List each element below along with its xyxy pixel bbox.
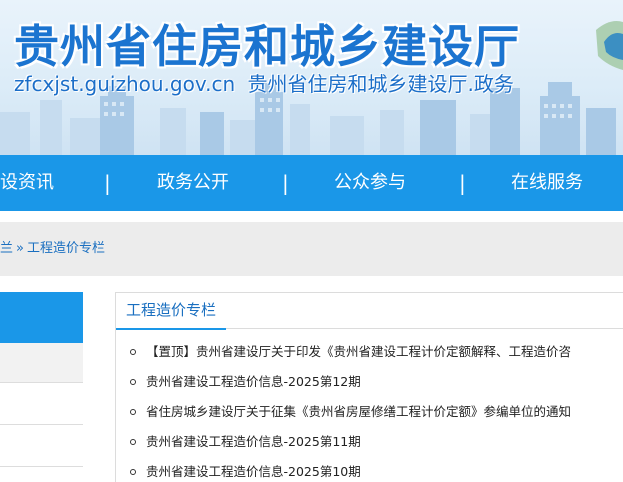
news-list: 【置顶】贵州省建设厅关于印发《贵州省建设工程计价定额解释、工程造价咨 贵州省建设… xyxy=(116,337,623,482)
nav-separator: | xyxy=(104,171,111,195)
list-item-title[interactable]: 贵州省建设工程造价信息-2025第10期 xyxy=(146,464,361,479)
sidebar-divider xyxy=(0,466,83,467)
sidebar-active-item[interactable] xyxy=(0,292,83,343)
circle-bullet-icon xyxy=(130,439,136,445)
list-item[interactable]: 贵州省建设工程造价信息-2025第12期 xyxy=(116,367,623,397)
content-panel: 工程造价专栏 【置顶】贵州省建设厅关于印发《贵州省建设工程计价定额解释、工程造价… xyxy=(115,292,623,482)
site-title: 贵州省住房和城乡建设厅 xyxy=(14,20,521,73)
circle-bullet-icon xyxy=(130,469,136,475)
list-item[interactable]: 贵州省建设工程造价信息-2025第10期 xyxy=(116,457,623,482)
breadcrumb-current-link[interactable]: 工程造价专栏 xyxy=(27,241,105,256)
site-banner: 贵州省住房和城乡建设厅 zfcxjst.guizhou.gov.cn 贵州省住房… xyxy=(0,0,623,155)
nav-separator: | xyxy=(459,171,466,195)
nav-item-online-service[interactable]: 在线服务 xyxy=(511,155,583,211)
sidebar-divider xyxy=(0,382,83,383)
breadcrumb-bar: 兰» 工程造价专栏 xyxy=(0,222,623,276)
list-item-title[interactable]: 贵州省建设工程造价信息-2025第12期 xyxy=(146,374,361,389)
panel-title[interactable]: 工程造价专栏 xyxy=(116,293,227,330)
breadcrumb: 兰» 工程造价专栏 xyxy=(0,222,105,276)
breadcrumb-parent-link[interactable]: 兰 xyxy=(0,241,13,256)
list-item[interactable]: 【置顶】贵州省建设厅关于印发《贵州省建设工程计价定额解释、工程造价咨 xyxy=(116,337,623,367)
list-item[interactable]: 省住房城乡建设厅关于征集《贵州省房屋修缮工程计价定额》参编单位的通知 xyxy=(116,397,623,427)
list-item-title[interactable]: 【置顶】贵州省建设厅关于印发《贵州省建设工程计价定额解释、工程造价咨 xyxy=(146,344,571,359)
circle-bullet-icon xyxy=(130,409,136,415)
nav-item-public-participation[interactable]: 公众参与 xyxy=(334,155,406,211)
site-subtitle: zfcxjst.guizhou.gov.cn 贵州省住房和城乡建设厅.政务 xyxy=(14,68,520,97)
nav-separator: | xyxy=(282,171,289,195)
circle-bullet-icon xyxy=(130,349,136,355)
sidebar-item[interactable] xyxy=(0,343,83,383)
circle-bullet-icon xyxy=(130,379,136,385)
site-domain: zfcxjst.guizhou.gov.cn xyxy=(14,72,236,96)
list-item-title[interactable]: 贵州省建设工程造价信息-2025第11期 xyxy=(146,434,361,449)
list-item-title[interactable]: 省住房城乡建设厅关于征集《贵州省房屋修缮工程计价定额》参编单位的通知 xyxy=(146,404,571,419)
breadcrumb-separator: » xyxy=(16,241,24,256)
nav-item-government-affairs[interactable]: 政务公开 xyxy=(157,155,229,211)
main-nav: 设资讯 | 政务公开 | 公众参与 | 在线服务 xyxy=(0,155,623,211)
sidebar-divider xyxy=(0,424,83,425)
nav-item-news[interactable]: 设资讯 xyxy=(0,155,54,211)
list-item[interactable]: 贵州省建设工程造价信息-2025第11期 xyxy=(116,427,623,457)
site-subtitle-text: 贵州省住房和城乡建设厅.政务 xyxy=(247,72,514,96)
panel-header: 工程造价专栏 xyxy=(116,293,623,330)
